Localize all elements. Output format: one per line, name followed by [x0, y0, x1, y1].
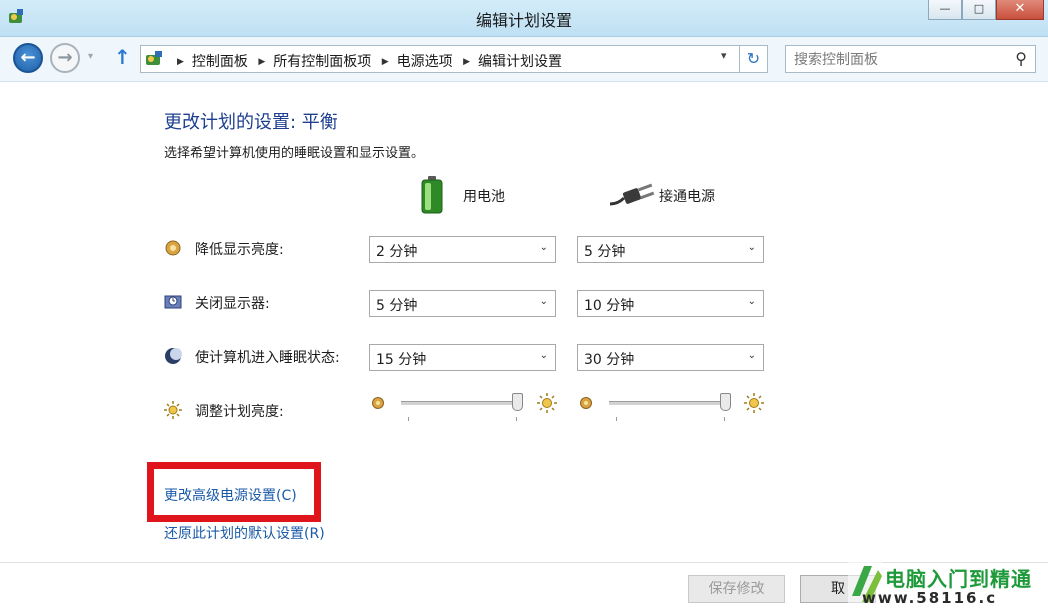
slider-thumb[interactable] [512, 393, 523, 411]
selected-value: 5 分钟 [376, 298, 418, 314]
selected-value: 10 分钟 [584, 298, 635, 314]
dim-brightness-icon [372, 397, 384, 409]
dim-display-icon [165, 240, 181, 256]
power-plug-icon [609, 183, 655, 206]
chevron-down-icon: ⌄ [539, 242, 548, 253]
close-button[interactable]: ✕ [996, 0, 1044, 20]
chevron-right-icon[interactable]: ▶ [463, 57, 470, 67]
chevron-down-icon: ⌄ [539, 350, 548, 361]
breadcrumb-power-options[interactable]: 电源选项 [397, 54, 453, 70]
turn-off-display-plugged-select[interactable]: 10 分钟 ⌄ [577, 290, 764, 317]
address-dropdown-icon[interactable]: ▾ [721, 49, 727, 62]
control-panel-icon [146, 51, 162, 65]
watermark-text: 电脑入门到精通 [885, 567, 1032, 591]
breadcrumb: ▶ 控制面板 ▶ 所有控制面板项 ▶ 电源选项 ▶ 编辑计划设置 [171, 51, 562, 71]
sleep-plugged-select[interactable]: 30 分钟 ⌄ [577, 344, 764, 371]
sleep-label: 使计算机进入睡眠状态: [195, 350, 340, 366]
slider-track [609, 401, 731, 405]
forward-button[interactable]: → [50, 43, 80, 73]
bright-sun-icon [537, 393, 557, 413]
maximize-button[interactable]: □ [962, 0, 996, 20]
window-title: 编辑计划设置 [475, 11, 572, 30]
search-icon[interactable]: ⚲ [1015, 49, 1027, 68]
minimize-button[interactable]: — [928, 0, 962, 20]
breadcrumb-control-panel[interactable]: 控制面板 [192, 54, 248, 70]
plugged-column-header: 接通电源 [659, 189, 715, 205]
title-bar: 编辑计划设置 — □ ✕ [0, 0, 1048, 37]
selected-value: 5 分钟 [584, 244, 626, 260]
page-description: 选择希望计算机使用的睡眠设置和显示设置。 [164, 146, 425, 161]
bright-sun-icon [744, 393, 764, 413]
selected-value: 2 分钟 [376, 244, 418, 260]
battery-brightness-slider[interactable] [401, 393, 523, 413]
chevron-right-icon: ▶ [177, 57, 184, 67]
monitor-timer-icon [164, 295, 182, 309]
forward-arrow-icon: → [57, 47, 73, 68]
highlight-box [147, 462, 321, 522]
minimize-icon: — [939, 2, 951, 15]
chevron-down-icon: ⌄ [747, 296, 756, 307]
back-arrow-icon: ← [20, 47, 36, 68]
back-button[interactable]: ← [13, 43, 43, 73]
slider-tick [616, 417, 617, 421]
watermark-url: www.58116.c [862, 589, 998, 607]
refresh-button[interactable]: ↻ [740, 45, 768, 73]
slider-thumb[interactable] [720, 393, 731, 411]
selected-value: 15 分钟 [376, 352, 427, 368]
sleep-battery-select[interactable]: 15 分钟 ⌄ [369, 344, 556, 371]
up-level-button[interactable]: ↑ [114, 47, 131, 67]
chevron-down-icon: ⌄ [747, 242, 756, 253]
chevron-down-icon: ⌄ [747, 350, 756, 361]
page-title: 更改计划的设置: 平衡 [164, 112, 338, 133]
main-content: 更改计划的设置: 平衡 选择希望计算机使用的睡眠设置和显示设置。 用电池 接通电… [0, 82, 1048, 614]
chevron-right-icon[interactable]: ▶ [258, 57, 265, 67]
slider-tick [516, 417, 517, 421]
address-bar[interactable]: ▶ 控制面板 ▶ 所有控制面板项 ▶ 电源选项 ▶ 编辑计划设置 ▾ [140, 45, 740, 73]
save-changes-button[interactable]: 保存修改 [688, 575, 785, 603]
restore-defaults-link[interactable]: 还原此计划的默认设置(R) [164, 523, 325, 543]
slider-tick [408, 417, 409, 421]
maximize-icon: □ [973, 2, 985, 15]
dim-brightness-icon [580, 397, 592, 409]
breadcrumb-edit-plan[interactable]: 编辑计划设置 [478, 54, 562, 70]
turn-off-display-label: 关闭显示器: [195, 296, 270, 312]
battery-icon [421, 176, 443, 214]
chevron-right-icon[interactable]: ▶ [382, 57, 389, 67]
dim-display-label: 降低显示亮度: [195, 242, 284, 258]
dim-display-plugged-select[interactable]: 5 分钟 ⌄ [577, 236, 764, 263]
sleep-moon-icon [165, 348, 182, 364]
brightness-label: 调整计划亮度: [195, 404, 284, 420]
battery-column-header: 用电池 [463, 189, 505, 205]
close-icon: ✕ [1014, 1, 1026, 16]
search-box[interactable]: ⚲ [785, 45, 1036, 73]
plugged-brightness-slider[interactable] [609, 393, 731, 413]
slider-track [401, 401, 523, 405]
search-input[interactable] [792, 49, 1006, 71]
turn-off-display-battery-select[interactable]: 5 分钟 ⌄ [369, 290, 556, 317]
chevron-down-icon: ⌄ [539, 296, 548, 307]
dim-display-battery-select[interactable]: 2 分钟 ⌄ [369, 236, 556, 263]
slider-tick [724, 417, 725, 421]
brightness-sun-icon [164, 401, 182, 419]
selected-value: 30 分钟 [584, 352, 635, 368]
recent-pages-dropdown[interactable]: ▾ [88, 51, 93, 62]
breadcrumb-all-items[interactable]: 所有控制面板项 [273, 54, 371, 70]
